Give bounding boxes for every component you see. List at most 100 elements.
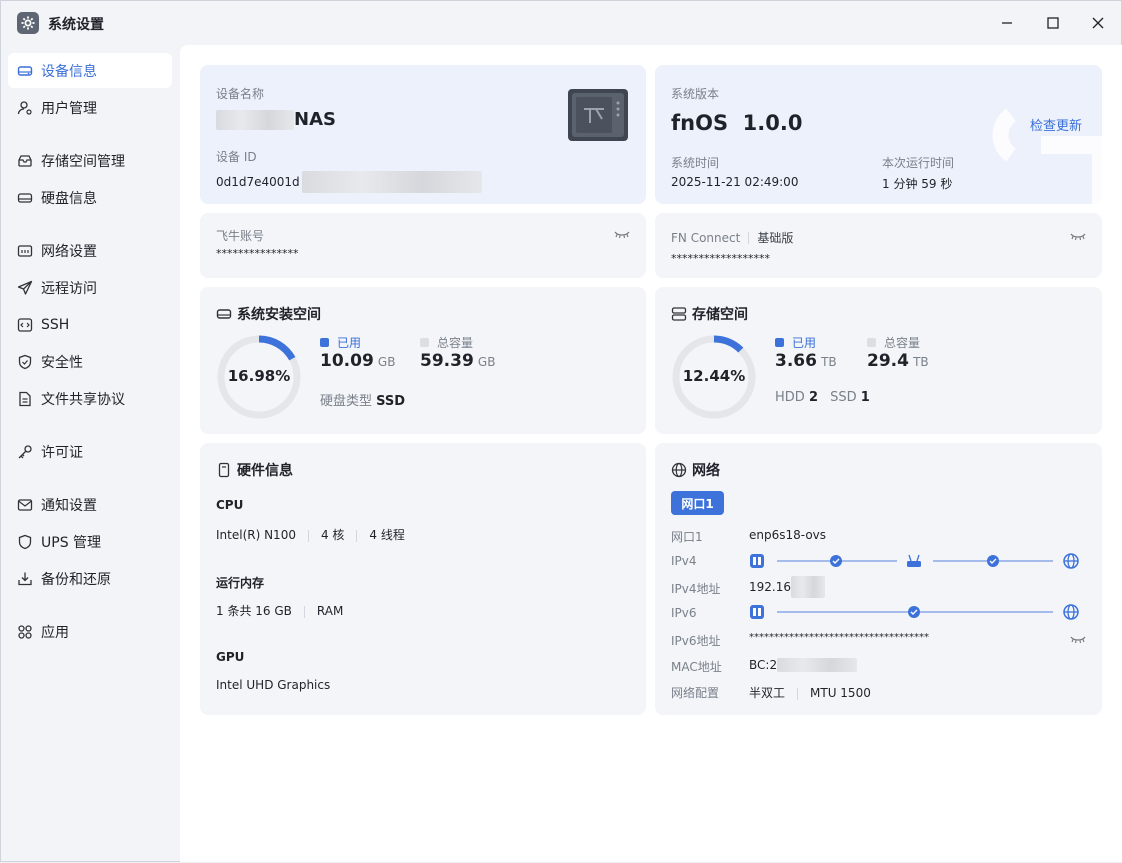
ram-label: 运行内存 [216, 576, 265, 590]
total-legend-label: 总容量 [437, 336, 474, 350]
eye-closed-icon[interactable] [1070, 231, 1086, 246]
fn-connect-header: FN Connect 基础版 [671, 229, 793, 246]
backup-icon [17, 571, 33, 587]
settings-gear-icon [17, 12, 39, 34]
shield-check-icon [17, 354, 33, 370]
total-value: 29.4 TB [867, 351, 929, 371]
total-number: 59.39 [420, 351, 474, 371]
tab-port1[interactable]: 网口1 [671, 491, 724, 515]
disk-type-label: 硬盘类型 [320, 394, 373, 409]
device-name-suffix: NAS [294, 109, 336, 130]
sidebar-item-remote-access[interactable]: 远程访问 [8, 270, 172, 305]
ipv6-addr-label: IPv6地址 [671, 634, 721, 648]
ram-info: 1 条共 16 GB RAM [216, 602, 343, 619]
sidebar-item-label: 设备信息 [41, 63, 97, 80]
maximize-button[interactable] [1036, 9, 1070, 37]
sidebar-item-ups[interactable]: UPS 管理 [8, 524, 172, 559]
used-legend-label: 已用 [792, 336, 817, 350]
mac-addr: BC:2 [749, 658, 858, 672]
sidebar-item-notifications[interactable]: 通知设置 [8, 487, 172, 522]
divider [797, 687, 799, 700]
redacted-mask [791, 576, 825, 598]
fn-connect-edition: 基础版 [757, 231, 794, 245]
sidebar-item-label: 备份和还原 [41, 571, 111, 588]
send-icon [17, 280, 33, 296]
mac-label: MAC地址 [671, 660, 722, 674]
ipv4-connection-diagram [750, 553, 1079, 569]
chip-icon [216, 462, 232, 478]
disk-type-value: SSD [376, 394, 406, 409]
install-space-title-text: 系统安装空间 [237, 307, 321, 323]
ipv4-addr-value: 192.16 [749, 580, 791, 594]
device-id-value: 0d1d7e4001d [216, 175, 300, 189]
sidebar-item-label: 用户管理 [41, 100, 97, 117]
gpu-label: GPU [216, 650, 245, 664]
divider [303, 605, 305, 618]
ssh-icon [17, 317, 33, 333]
used-value: 10.09 GB [320, 351, 395, 371]
cpu-threads: 4 线程 [369, 528, 405, 542]
hardware-title-text: 硬件信息 [237, 463, 293, 479]
ipv6-label: IPv6 [671, 606, 697, 620]
ssd-label: SSD [830, 390, 857, 405]
install-space-percent: 16.98% [227, 367, 291, 385]
hardware-title: 硬件信息 [216, 460, 293, 480]
hdd-count: 2 [808, 390, 818, 405]
device-name: NAS [216, 109, 336, 130]
ram-value: 1 条共 16 GB [216, 604, 292, 618]
sidebar-item-users[interactable]: 用户管理 [8, 90, 172, 125]
storage-icon [17, 153, 33, 169]
eye-closed-icon[interactable] [1070, 634, 1086, 649]
sidebar-item-label: 硬盘信息 [41, 190, 97, 207]
hard-drive-icon [216, 306, 232, 322]
sidebar-item-disks[interactable]: 硬盘信息 [8, 180, 172, 215]
sidebar-item-file-sharing[interactable]: 文件共享协议 [8, 381, 172, 416]
hdd-label: HDD [775, 390, 805, 405]
account-value: *************** [216, 247, 299, 260]
check-update-link[interactable]: 检查更新 [1030, 115, 1082, 134]
total-legend: 总容量 [867, 334, 920, 351]
user-icon [17, 100, 33, 116]
total-legend-swatch [867, 338, 876, 347]
sidebar-item-network[interactable]: 网络设置 [8, 233, 172, 268]
eye-closed-icon[interactable] [614, 229, 630, 244]
sidebar-item-security[interactable]: 安全性 [8, 344, 172, 379]
disk-type: 硬盘类型 SSD [320, 390, 405, 409]
close-button[interactable] [1081, 9, 1115, 37]
disk-counts: HDD 2 SSD 1 [775, 390, 870, 405]
sidebar-item-device-info[interactable]: 设备信息 [8, 53, 172, 88]
key-icon [17, 444, 33, 460]
minimize-button[interactable] [990, 9, 1024, 37]
redacted-mask [216, 109, 294, 130]
ram-type: RAM [316, 604, 344, 618]
used-unit: GB [377, 355, 396, 369]
redacted-mask [777, 658, 858, 672]
total-legend-swatch [420, 338, 429, 347]
sidebar-item-label: 存储空间管理 [41, 153, 125, 170]
shield-icon [17, 534, 33, 550]
sidebar-item-license[interactable]: 许可证 [8, 434, 172, 469]
sidebar-item-storage[interactable]: 存储空间管理 [8, 143, 172, 178]
system-card: 系统版本 fnOS 1.0.0 检查更新 系统时间 2025-11-21 02:… [655, 65, 1102, 204]
main-content: 设备名称 NAS 设备 ID 0d1d7e4001d 系统版本 fnOS 1.0… [180, 45, 1122, 862]
version-value: fnOS 1.0.0 [671, 111, 803, 135]
sidebar-item-backup[interactable]: 备份和还原 [8, 561, 172, 596]
settings-window: 系统设置 设备信息 用户管理 存储空间管理 硬盘信息 网络设置 远程访问 SSH… [0, 0, 1122, 862]
sidebar-item-apps[interactable]: 应用 [8, 614, 172, 649]
storage-title-text: 存储空间 [692, 307, 748, 323]
disk-icon [17, 190, 33, 206]
fn-connect-value: ****************** [671, 252, 770, 265]
sidebar-item-ssh[interactable]: SSH [8, 307, 172, 342]
hardware-card: 硬件信息 CPU Intel(R) N100 4 核 4 线程 运行内存 1 条共 … [200, 443, 646, 715]
total-unit: GB [477, 355, 496, 369]
mtu-value: MTU 1500 [810, 686, 871, 700]
total-legend: 总容量 [420, 334, 473, 351]
sidebar-item-label: 应用 [41, 624, 69, 641]
ipv6-addr-value: ************************************ [749, 632, 929, 643]
mac-value: BC:2 [749, 658, 778, 672]
divider [356, 529, 358, 542]
install-space-card: 系统安装空间 16.98% 已用 10.09 GB 总容量 59.39 GB 硬… [200, 287, 646, 434]
network-title: 网络 [671, 460, 720, 480]
fn-connect-label: FN Connect [671, 230, 741, 245]
used-unit: TB [821, 355, 837, 369]
